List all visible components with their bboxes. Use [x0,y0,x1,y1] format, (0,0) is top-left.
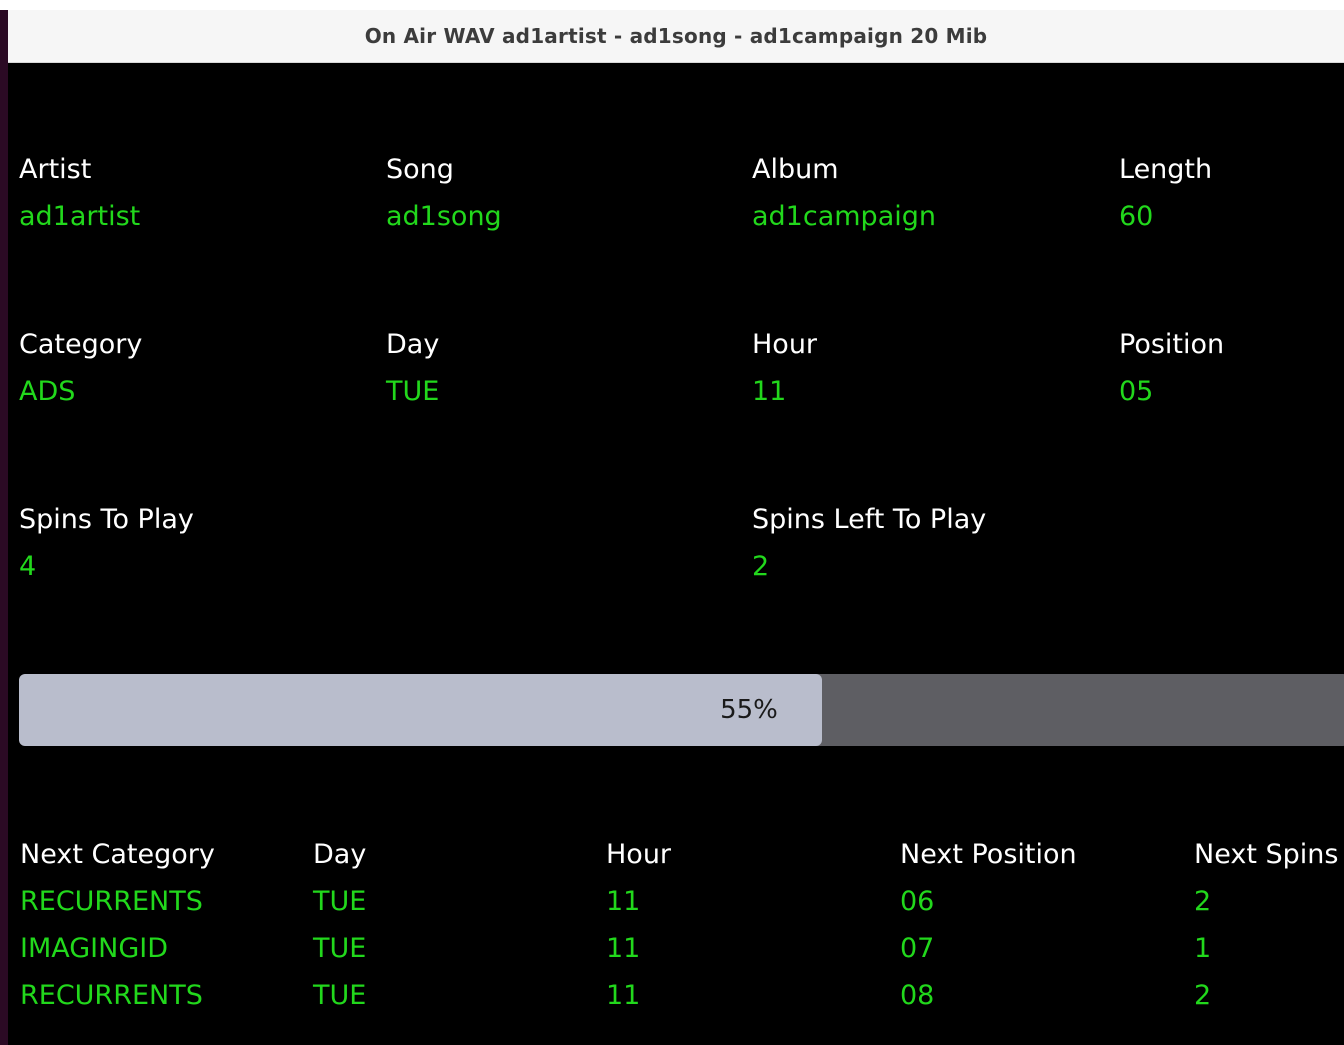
table-row: IMAGINGID TUE 11 07 1 [8,933,1344,977]
row-category: IMAGINGID [20,933,169,964]
row-category: RECURRENTS [20,980,203,1011]
song-value: ad1song [386,201,502,232]
position-value: 05 [1119,376,1154,407]
day-label: Day [386,329,440,360]
spins-to-play-label: Spins To Play [19,504,194,535]
hour-label: Hour [752,329,818,360]
spins-left-value: 2 [752,551,770,582]
day-value: TUE [386,376,440,407]
header-next-position: Next Position [900,839,1077,870]
spins-left-label: Spins Left To Play [752,504,987,535]
row-day: TUE [313,933,367,964]
header-hour: Hour [606,839,672,870]
row-spins: 2 [1194,886,1212,917]
table-row: RECURRENTS TUE 11 06 2 [8,886,1344,930]
position-label: Position [1119,329,1225,360]
playback-progress-bar[interactable]: 55% [19,674,1344,746]
window-title: On Air WAV ad1artist - ad1song - ad1camp… [364,24,988,48]
on-air-window: On Air WAV ad1artist - ad1song - ad1camp… [8,10,1344,1045]
next-table-header: Next Category Day Hour Next Position Nex… [8,839,1344,883]
hour-value: 11 [752,376,787,407]
table-row: RECURRENTS TUE 11 08 2 [8,980,1344,1024]
window-left-edge [0,10,8,1045]
album-label: Album [752,154,839,185]
row-position: 07 [900,933,935,964]
album-value: ad1campaign [752,201,936,232]
row-position: 06 [900,886,935,917]
row-position: 08 [900,980,935,1011]
row-hour: 11 [606,886,641,917]
artist-value: ad1artist [19,201,141,232]
progress-percent: 55% [720,695,778,725]
row-spins: 1 [1194,933,1212,964]
header-next-spins: Next Spins [1194,839,1339,870]
row-day: TUE [313,980,367,1011]
row-day: TUE [313,886,367,917]
header-next-category: Next Category [20,839,215,870]
length-label: Length [1119,154,1213,185]
title-bar[interactable]: On Air WAV ad1artist - ad1song - ad1camp… [8,10,1344,63]
category-label: Category [19,329,143,360]
header-day: Day [313,839,367,870]
song-label: Song [386,154,454,185]
category-value: ADS [19,376,76,407]
length-value: 60 [1119,201,1154,232]
row-hour: 11 [606,933,641,964]
row-category: RECURRENTS [20,886,203,917]
spins-to-play-value: 4 [19,551,37,582]
artist-label: Artist [19,154,92,185]
row-hour: 11 [606,980,641,1011]
row-spins: 2 [1194,980,1212,1011]
